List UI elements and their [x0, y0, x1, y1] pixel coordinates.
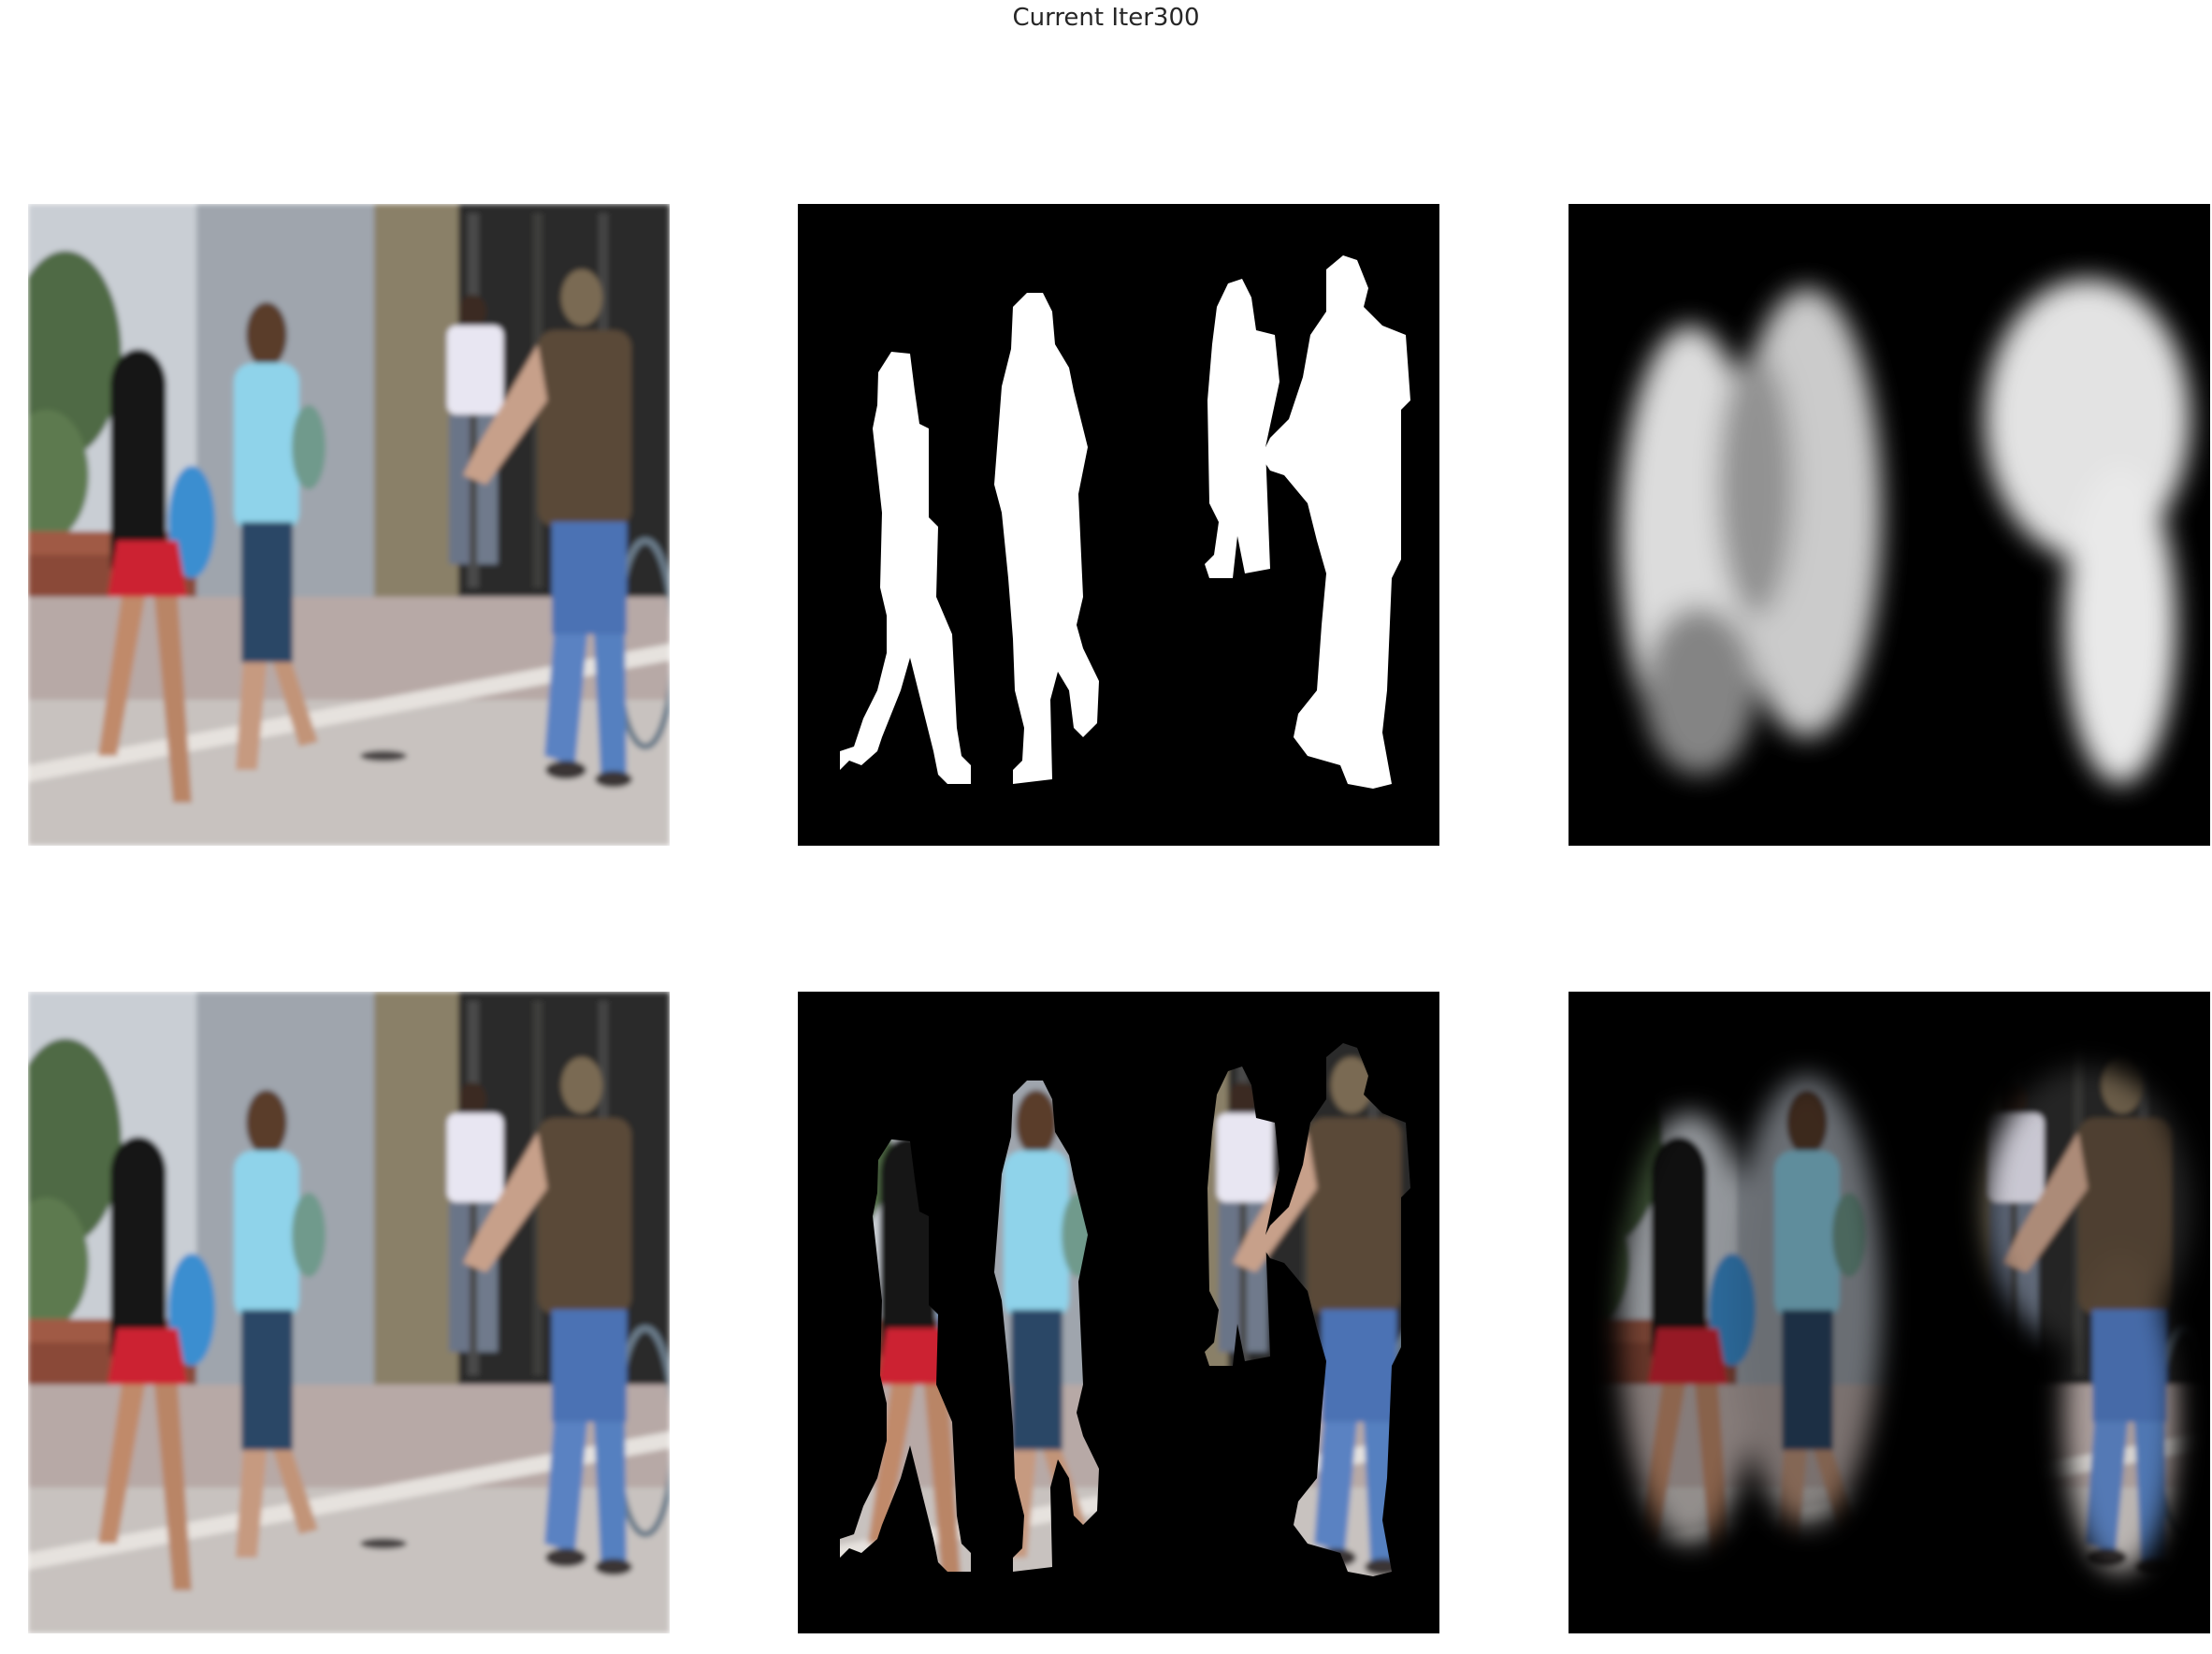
input-image-panel-2	[28, 992, 670, 1633]
masked-photo-image	[798, 992, 1439, 1633]
input-image-panel	[28, 204, 670, 846]
binary-mask-image	[798, 204, 1439, 846]
predicted-mask-panel	[1569, 204, 2210, 846]
street-photo-2	[28, 992, 670, 1633]
street-photo	[28, 204, 670, 846]
soft-mask-image	[1569, 204, 2210, 846]
figure-title: Current Iter300	[1012, 4, 1200, 32]
soft-masked-photo-image	[1569, 992, 2210, 1633]
ground-truth-masked-panel	[798, 992, 1439, 1633]
ground-truth-mask-panel	[798, 204, 1439, 846]
predicted-masked-panel	[1569, 992, 2210, 1633]
